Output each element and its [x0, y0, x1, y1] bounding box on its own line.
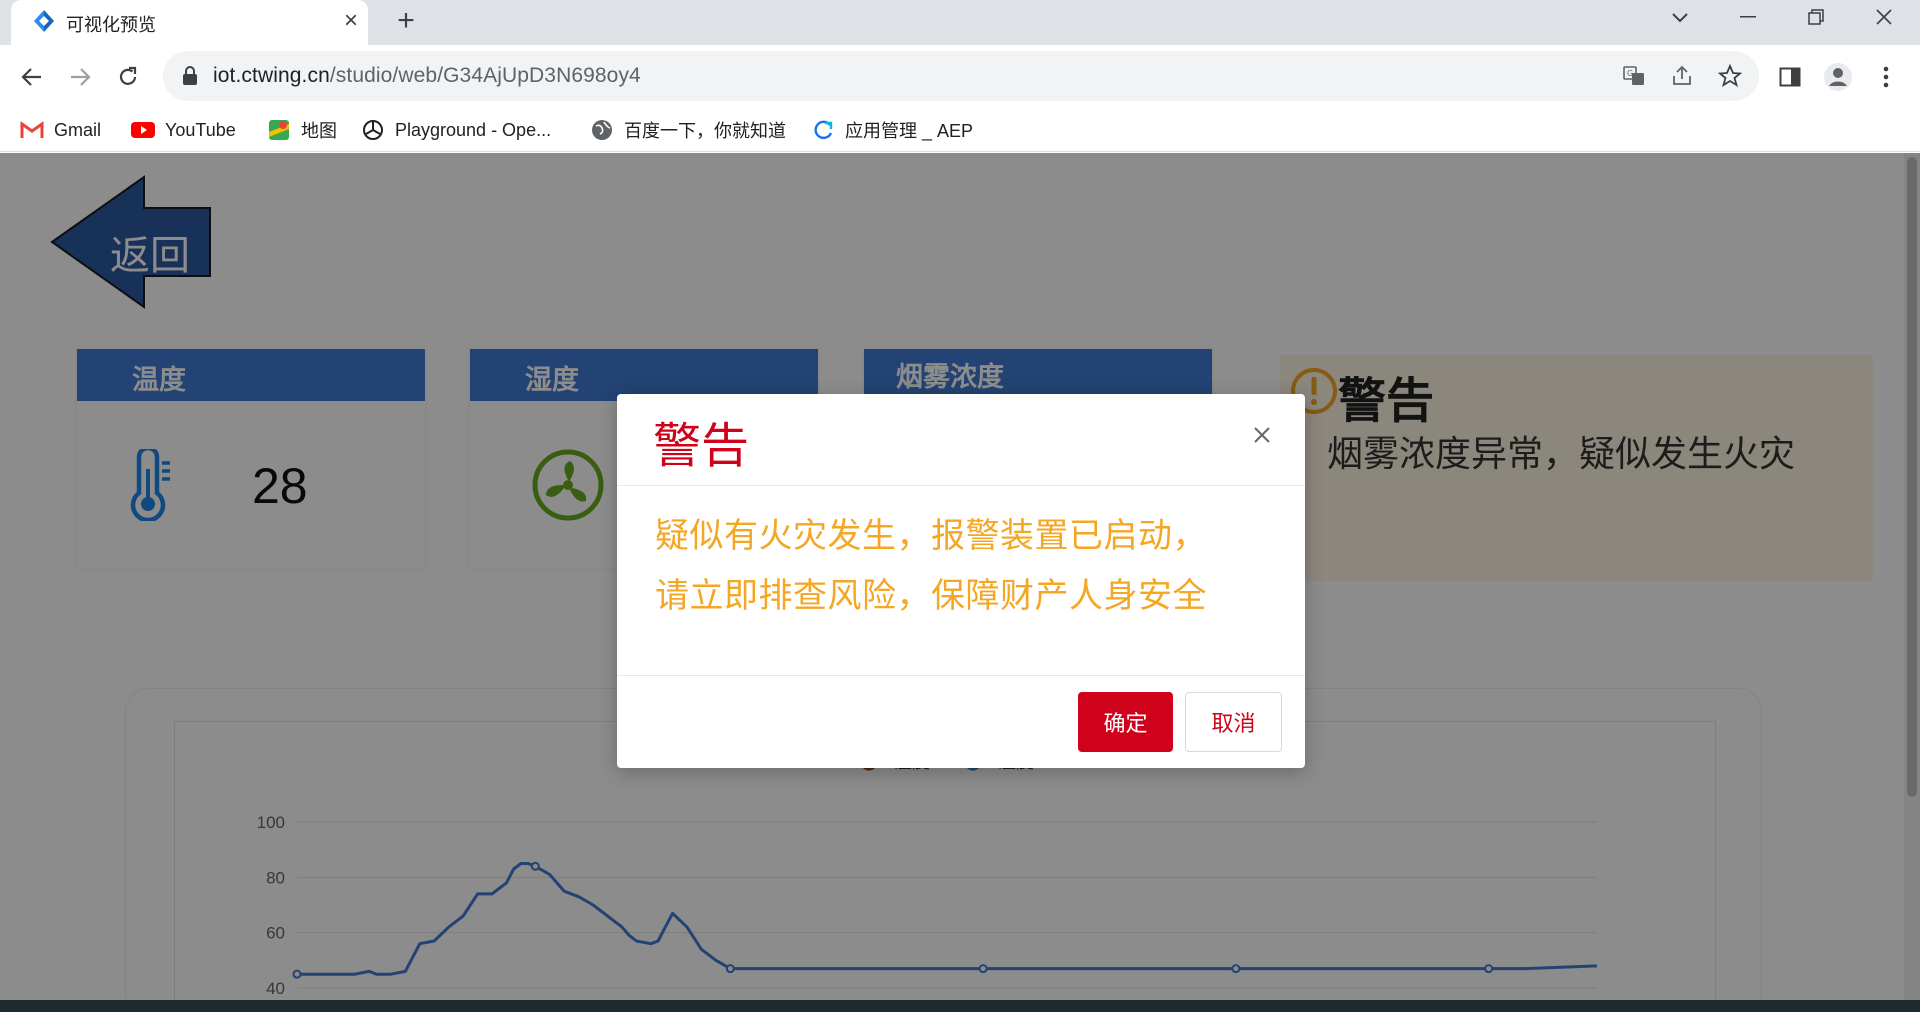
new-tab-button[interactable]: + [388, 3, 424, 39]
bookmark-star-icon[interactable] [1716, 62, 1744, 90]
lock-icon [183, 66, 197, 85]
ctwing-favicon-icon [34, 10, 54, 32]
bookmark-youtube[interactable]: YouTube [131, 117, 236, 143]
cancel-button[interactable]: 取消 [1185, 692, 1282, 752]
os-taskbar [0, 1000, 1920, 1012]
restore-icon[interactable] [1782, 0, 1850, 34]
menu-kebab-icon[interactable] [1866, 57, 1906, 97]
bookmarks-bar: Gmail YouTube 地图 Playground - Ope... 百度一… [0, 107, 1920, 152]
tab-title: 可视化预览 [66, 15, 156, 35]
aep-icon [811, 118, 835, 142]
openai-icon [361, 118, 385, 142]
gmail-icon [20, 118, 44, 142]
url-text: iot.ctwing.cn/studio/web/G34AjUpD3N698oy… [213, 64, 641, 87]
bookmark-maps[interactable]: 地图 [267, 117, 337, 143]
dialog-footer-divider [617, 675, 1305, 676]
maps-icon [267, 118, 291, 142]
tab-search-chevron-icon[interactable] [1646, 0, 1714, 34]
translate-icon[interactable]: G [1620, 62, 1648, 90]
dialog-body: 疑似有火灾发生，报警装置已启动， 请立即排查风险，保障财产人身安全 [655, 506, 1207, 626]
forward-icon[interactable] [60, 57, 100, 97]
minimize-icon[interactable] [1714, 0, 1782, 34]
dialog-title: 警告 [653, 420, 750, 473]
share-icon[interactable] [1668, 62, 1696, 90]
back-icon[interactable] [12, 57, 52, 97]
dialog-body-line: 请立即排查风险，保障财产人身安全 [655, 577, 1207, 615]
dialog-body-line: 疑似有火灾发生，报警装置已启动， [655, 517, 1207, 555]
alert-dialog: 警告 疑似有火灾发生，报警装置已启动， 请立即排查风险，保障财产人身安全 确定 … [617, 394, 1305, 768]
browser-tab[interactable]: 可视化预览 × [11, 0, 368, 45]
page-content: 返回 温度 28 湿度 烟雾浓度 警告 烟雾浓度异常，疑似发生火灾 40 60 … [0, 153, 1920, 1000]
globe-icon [590, 118, 614, 142]
close-window-icon[interactable] [1850, 0, 1918, 34]
bookmark-aep[interactable]: 应用管理 _ AEP [811, 117, 973, 143]
dialog-header-divider [617, 485, 1305, 486]
bookmark-playground[interactable]: Playground - Ope... [361, 117, 551, 143]
svg-text:G: G [1627, 69, 1633, 78]
tab-bar: 可视化预览 × + [0, 0, 1920, 45]
bookmark-gmail[interactable]: Gmail [20, 117, 101, 143]
reload-icon[interactable] [108, 57, 148, 97]
browser-toolbar: iot.ctwing.cn/studio/web/G34AjUpD3N698oy… [0, 45, 1920, 152]
side-panel-icon[interactable] [1770, 57, 1810, 97]
close-icon[interactable] [1247, 420, 1277, 450]
tab-close-icon[interactable]: × [336, 6, 366, 36]
bookmark-baidu[interactable]: 百度一下，你就知道 [590, 117, 786, 143]
address-bar[interactable]: iot.ctwing.cn/studio/web/G34AjUpD3N698oy… [163, 51, 1759, 101]
profile-avatar-icon[interactable] [1818, 57, 1858, 97]
youtube-icon [131, 118, 155, 142]
confirm-button[interactable]: 确定 [1078, 692, 1173, 752]
